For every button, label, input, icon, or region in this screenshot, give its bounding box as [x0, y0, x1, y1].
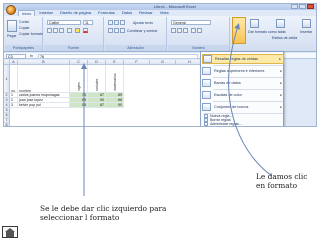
bold-icon[interactable] — [47, 28, 52, 33]
align-top-icon[interactable] — [108, 20, 113, 25]
percent-icon[interactable] — [177, 28, 182, 33]
header-sociales: sociales — [95, 78, 99, 91]
home-icon[interactable] — [2, 226, 18, 238]
cell-styles-label[interactable]: Estilos de celda — [272, 36, 297, 40]
column-header-g[interactable]: G — [150, 60, 176, 65]
color-scales-icon — [202, 91, 211, 99]
annotation-left: Se le debe dar clic izquierdo para selec… — [40, 204, 167, 222]
align-center-icon[interactable] — [114, 28, 119, 33]
menu-item-manage-rules[interactable]: Administrar reglas... — [204, 122, 242, 126]
format-as-table-label[interactable]: Dar formato como tabla — [248, 30, 286, 34]
menu-item-top-bottom-rules[interactable]: Reglas superiores e inferiores ▸ — [202, 66, 284, 76]
formula-input[interactable]: 76 — [38, 53, 198, 59]
insert-cells-label[interactable]: Insertar — [300, 30, 312, 34]
italic-icon[interactable] — [53, 28, 58, 33]
clipboard-group-label: Portapapeles — [5, 45, 42, 51]
menu-item-highlight-rules[interactable]: Resaltar reglas de celdas ▸ — [202, 54, 284, 64]
window-controls — [291, 4, 314, 9]
font-color-icon[interactable] — [83, 28, 88, 33]
conditional-formatting-menu: Resaltar reglas de celdas ▸ Reglas super… — [200, 51, 284, 126]
submenu-arrow-icon: ▸ — [280, 69, 282, 73]
column-header-f[interactable]: F — [124, 60, 150, 65]
excel-screenshot: Libro1 - Microsoft Excel Inicio Insertar… — [3, 3, 317, 127]
decrease-decimal-icon[interactable] — [197, 28, 202, 33]
align-right-icon[interactable] — [120, 28, 125, 33]
submenu-arrow-icon: ▸ — [280, 105, 282, 109]
wrap-text-button[interactable]: Ajustar texto — [133, 21, 153, 25]
align-left-icon[interactable] — [108, 28, 113, 33]
cell-c1[interactable]: ingles — [70, 65, 88, 93]
menu-item-label: Conjuntos de iconos — [214, 105, 249, 109]
menu-item-label: Resaltar reglas de celdas — [215, 57, 258, 61]
cell-a4[interactable]: 3 — [10, 103, 18, 108]
font-group-label: Fuente — [44, 45, 103, 51]
header-matematica: matematica — [113, 73, 117, 91]
header-ingles: ingles — [77, 82, 81, 91]
menu-item-icon-sets[interactable]: Conjuntos de iconos ▸ — [202, 102, 284, 112]
number-format-select[interactable]: General — [171, 20, 211, 25]
top-bottom-rules-icon — [202, 67, 211, 75]
worksheet: A B C D E F G H 1 2 3 4 5 6 7 8 no. nomb… — [4, 60, 204, 126]
paste-icon[interactable] — [7, 20, 17, 32]
underline-icon[interactable] — [59, 28, 64, 33]
copy-button[interactable]: Copiar — [19, 26, 30, 30]
cut-button[interactable]: Cortar — [19, 20, 29, 24]
data-bars-icon — [202, 79, 211, 87]
cell-d1[interactable]: sociales — [88, 65, 106, 93]
cell-e4[interactable]: 90 — [106, 103, 124, 108]
menu-item-label: Barras de datos — [214, 81, 241, 85]
clipboard-group: Pegar Cortar Copiar Copiar formato Porta… — [5, 17, 43, 51]
submenu-arrow-icon: ▸ — [279, 57, 281, 61]
fx-icon[interactable]: fx — [30, 53, 33, 59]
cell-d4[interactable]: 87 — [88, 103, 106, 108]
name-box[interactable]: C3 — [6, 53, 26, 59]
office-orb-icon[interactable] — [6, 5, 16, 15]
cell-b4[interactable]: kelvin pop pul — [18, 103, 70, 108]
submenu-arrow-icon: ▸ — [280, 93, 282, 97]
format-painter-button[interactable]: Copiar formato — [19, 32, 43, 36]
align-middle-icon[interactable] — [114, 20, 119, 25]
increase-decimal-icon[interactable] — [191, 28, 196, 33]
annotation-right: Le damos clic en formato — [256, 172, 308, 190]
icon-sets-icon — [202, 103, 211, 111]
insert-cells-icon[interactable] — [302, 19, 311, 28]
menu-item-label: Escalas de color — [214, 93, 242, 97]
cell-e1[interactable]: matematica — [106, 65, 124, 93]
alignment-group-label: Alineación — [105, 45, 166, 51]
conditional-formatting-button[interactable] — [232, 17, 246, 44]
paste-label[interactable]: Pegar — [7, 34, 17, 38]
cell-a1[interactable]: no. — [10, 65, 18, 93]
number-group: General Número — [168, 17, 230, 51]
font-group: Calibri 11 Fuente — [44, 17, 104, 51]
currency-icon[interactable] — [171, 28, 176, 33]
font-name-select[interactable]: Calibri — [47, 20, 81, 25]
cell-c4[interactable]: 98 — [70, 103, 88, 108]
cell-styles-icon[interactable] — [276, 19, 285, 28]
maximize-icon[interactable] — [299, 4, 306, 9]
submenu-arrow-icon: ▸ — [280, 81, 282, 85]
ribbon: Pegar Cortar Copiar Copiar formato Porta… — [4, 16, 316, 52]
menu-item-data-bars[interactable]: Barras de datos ▸ — [202, 78, 284, 88]
menu-item-label: Reglas superiores e inferiores — [214, 69, 265, 73]
merge-center-button[interactable]: Combinar y centrar — [127, 29, 158, 33]
manage-rules-icon — [204, 122, 208, 126]
minimize-icon[interactable] — [291, 4, 298, 9]
borders-icon[interactable] — [67, 28, 72, 33]
align-bottom-icon[interactable] — [120, 20, 125, 25]
alignment-group: Ajustar texto Combinar y centrar Alineac… — [105, 17, 167, 51]
row-header-8[interactable]: 8 — [4, 123, 10, 126]
font-size-select[interactable]: 11 — [83, 20, 93, 25]
highlight-rules-icon — [203, 55, 212, 63]
menu-item-label: Administrar reglas... — [210, 122, 242, 126]
cell-b1[interactable]: nombre — [18, 65, 70, 93]
format-as-table-icon[interactable] — [250, 19, 259, 28]
fill-color-icon[interactable] — [75, 28, 80, 33]
close-icon[interactable] — [307, 4, 314, 9]
menu-item-color-scales[interactable]: Escalas de color ▸ — [202, 90, 284, 100]
home-base-shape — [6, 232, 14, 237]
comma-style-icon[interactable] — [183, 28, 188, 33]
